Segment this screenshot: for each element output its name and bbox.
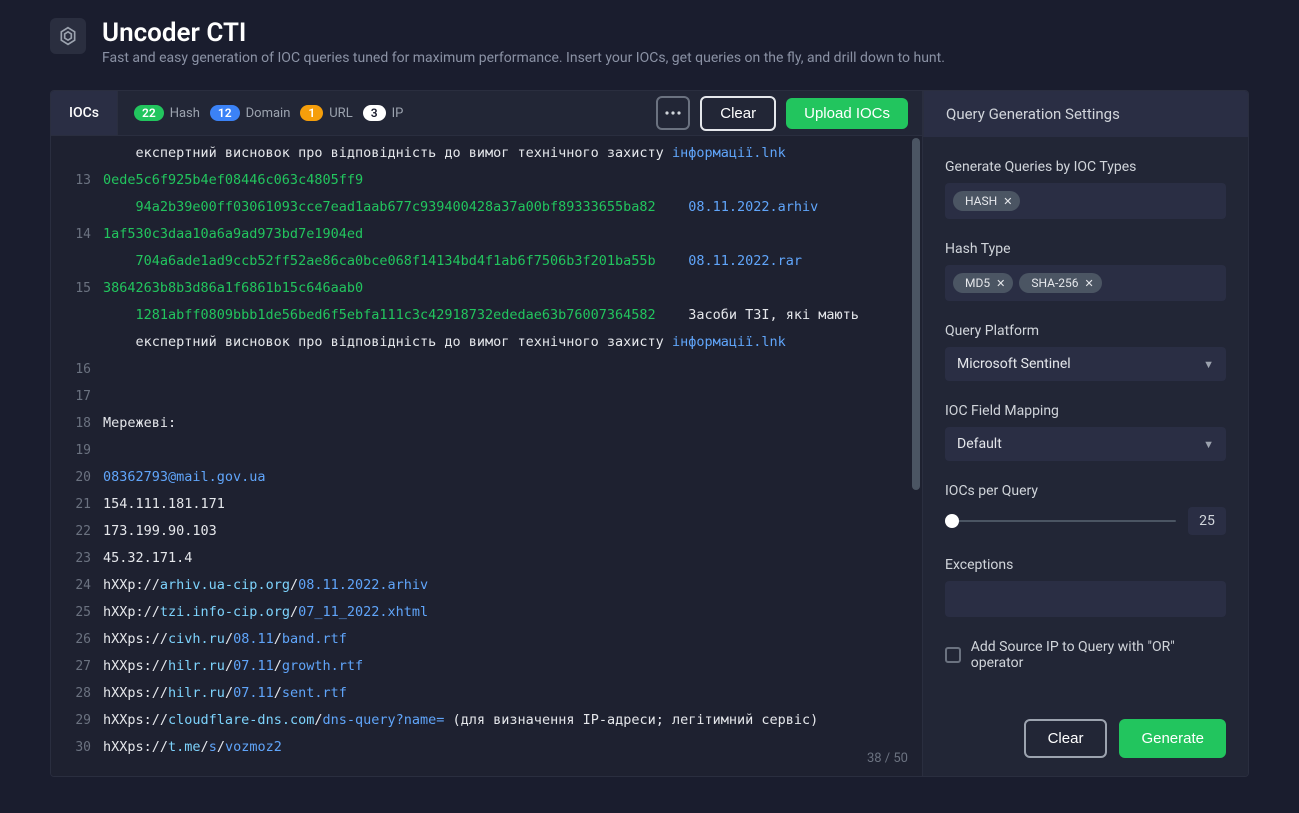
close-icon[interactable]: ✕ [996, 277, 1005, 290]
code-line[interactable]: hXXps://hilr.ru/07.11/sent.rtf [99, 680, 922, 707]
generate-button[interactable]: Generate [1119, 719, 1226, 758]
ip-count-badge: 3 [363, 105, 386, 121]
exceptions-label: Exceptions [945, 557, 1226, 573]
chip-sha256[interactable]: SHA-256✕ [1019, 273, 1101, 293]
upload-iocs-button[interactable]: Upload IOCs [786, 98, 908, 129]
platform-label: Query Platform [945, 323, 1226, 339]
tab-settings[interactable]: Query Generation Settings [923, 91, 1248, 137]
code-line[interactable]: 94a2b39e00ff03061093cce7ead1aab677c93940… [99, 194, 922, 221]
badge-row: 22 Hash 12 Domain 1 URL 3 IP [118, 105, 423, 121]
url-label: URL [329, 106, 352, 121]
code-line[interactable]: hXXps://civh.ru/08.11/band.rtf [99, 626, 922, 653]
ioc-types-input[interactable]: HASH✕ [945, 183, 1226, 219]
code-line[interactable]: 704a6ade1ad9ccb52ff52ae86ca0bce068f14134… [99, 248, 922, 275]
code-line[interactable]: Мережеві: [99, 410, 922, 437]
code-line[interactable]: 1281abff0809bbb1de56bed6f5ebfa111c3c4291… [99, 302, 922, 329]
code-line[interactable] [99, 356, 922, 383]
hash-type-input[interactable]: MD5✕ SHA-256✕ [945, 265, 1226, 301]
mapping-select[interactable]: Default ▼ [945, 427, 1226, 461]
header: Uncoder CTI Fast and easy generation of … [50, 18, 1249, 66]
page-subtitle: Fast and easy generation of IOC queries … [102, 50, 945, 66]
settings-clear-button[interactable]: Clear [1024, 719, 1108, 758]
scrollbar[interactable] [912, 136, 920, 776]
page-title: Uncoder CTI [102, 18, 945, 48]
code-line[interactable]: hXXp://tzi.info-cip.org/07_11_2022.xhtml [99, 599, 922, 626]
close-icon[interactable]: ✕ [1003, 195, 1012, 208]
mapping-label: IOC Field Mapping [945, 403, 1226, 419]
code-line[interactable]: hXXps://cloudflare-dns.com/dns-query?nam… [99, 707, 922, 734]
code-line[interactable]: 1af530c3daa10a6a9ad973bd7e1904ed [99, 221, 922, 248]
ip-label: IP [392, 106, 404, 121]
hash-count-badge: 22 [134, 105, 164, 121]
hash-label: Hash [170, 106, 200, 121]
tab-iocs[interactable]: IOCs [51, 91, 118, 135]
domain-count-badge: 12 [210, 105, 240, 121]
code-line[interactable] [99, 383, 922, 410]
code-line[interactable]: hXXps://hilr.ru/07.11/growth.rtf [99, 653, 922, 680]
source-ip-label: Add Source IP to Query with "OR" operato… [971, 639, 1226, 671]
code-line[interactable]: 45.32.171.4 [99, 545, 922, 572]
code-line[interactable]: 154.111.181.171 [99, 491, 922, 518]
platform-select[interactable]: Microsoft Sentinel ▼ [945, 347, 1226, 381]
per-query-label: IOCs per Query [945, 483, 1226, 499]
logo-icon [50, 18, 86, 54]
ioc-types-label: Generate Queries by IOC Types [945, 159, 1226, 175]
more-icon[interactable] [656, 96, 690, 130]
close-icon[interactable]: ✕ [1085, 277, 1094, 290]
chip-hash[interactable]: HASH✕ [953, 191, 1020, 211]
source-ip-checkbox[interactable] [945, 647, 961, 663]
code-line[interactable] [99, 437, 922, 464]
code-line[interactable]: 173.199.90.103 [99, 518, 922, 545]
per-query-slider[interactable] [945, 520, 1176, 522]
code-line[interactable]: hXXp://arhiv.ua-cip.org/08.11.2022.arhiv [99, 572, 922, 599]
per-query-value: 25 [1188, 507, 1226, 535]
chip-md5[interactable]: MD5✕ [953, 273, 1013, 293]
code-line[interactable]: експертний висновок про відповідність до… [99, 329, 922, 356]
hash-type-label: Hash Type [945, 241, 1226, 257]
exceptions-input[interactable] [945, 581, 1226, 617]
code-line[interactable]: 3864263b8b3d86a1f6861b15c646aab0 [99, 275, 922, 302]
code-line[interactable]: 08362793@mail.gov.ua [99, 464, 922, 491]
chevron-down-icon: ▼ [1203, 438, 1214, 451]
code-editor[interactable]: 131415161718192021222324252627282930 екс… [51, 136, 922, 776]
char-counter: 38 / 50 [867, 751, 908, 766]
clear-button[interactable]: Clear [700, 96, 776, 131]
chevron-down-icon: ▼ [1203, 358, 1214, 371]
domain-label: Domain [246, 106, 291, 121]
code-line[interactable]: hXXps://t.me/s/vozmoz2 [99, 734, 922, 761]
code-line[interactable]: 0ede5c6f925b4ef08446c063c4805ff9 [99, 167, 922, 194]
code-line[interactable]: експертний висновок про відповідність до… [99, 140, 922, 167]
url-count-badge: 1 [300, 105, 323, 121]
